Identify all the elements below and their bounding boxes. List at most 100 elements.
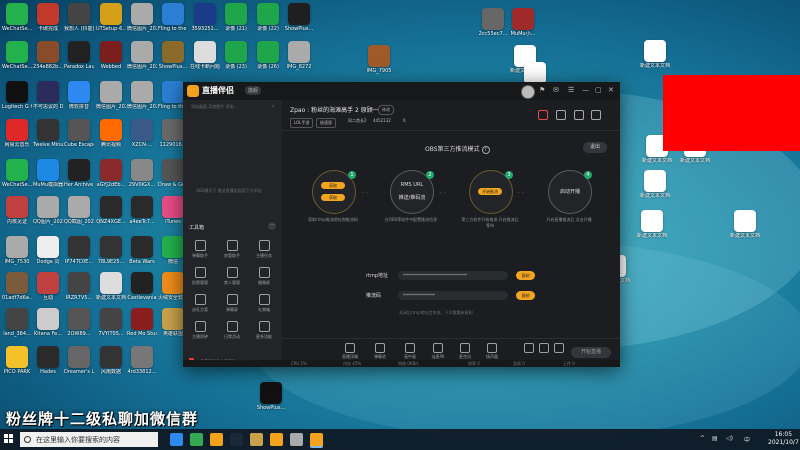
desktop-icon[interactable]: 微信图片_2021082... <box>127 41 157 70</box>
desktop-icon[interactable]: 7VYIT05... <box>96 308 126 337</box>
desktop-icon[interactable]: 内核见证 <box>2 196 32 225</box>
desktop-icon[interactable]: UTSetup-6... <box>96 3 126 32</box>
close-button[interactable]: ✕ <box>608 86 614 95</box>
desktop-icon[interactable]: 新建文本文档 <box>730 210 760 239</box>
desktop-icon[interactable]: 新建文本文档 (2) <box>640 170 670 199</box>
desktop-icon[interactable]: WeChatSe... <box>2 3 32 32</box>
taskbar-app-icon[interactable] <box>250 433 263 446</box>
desktop-icon[interactable]: IRZR7V5... <box>64 272 94 301</box>
desktop-icon[interactable]: 微软拼音 <box>64 81 94 110</box>
mail-icon[interactable]: ✉ <box>553 86 559 95</box>
app-titlebar[interactable]: 直播伴侣 旗舰 ⚑ ✉ ☰ — ▢ ✕ <box>183 82 620 100</box>
toolbox-more-button[interactable]: ··· <box>268 222 276 230</box>
start-live-button[interactable]: 开始直播 <box>571 347 611 358</box>
desktop-icon[interactable]: 新建文本文档 <box>96 272 126 301</box>
desktop-icon[interactable]: XZCN·... <box>127 119 157 148</box>
desktop-icon[interactable]: Castlevania <box>127 272 157 301</box>
desktop-icon[interactable]: 微信图片_2021082... <box>96 81 126 110</box>
taskbar-app-icon[interactable] <box>190 433 203 446</box>
desktop-icon[interactable]: Fling to the Finish 修改器 <box>158 3 188 32</box>
toolbox-item[interactable]: 礼物箱 <box>251 294 277 313</box>
microphone-button[interactable]: 麦克风 <box>455 343 475 360</box>
desktop-icon[interactable]: 2OW89... <box>64 308 94 337</box>
desktop-icon[interactable]: 录像 (22) <box>253 3 283 32</box>
live-top-button[interactable]: 直播顶端 <box>340 343 360 360</box>
minimize-button[interactable]: — <box>582 86 589 95</box>
desktop-icon[interactable]: QNZ4XGE... <box>96 196 126 225</box>
rtmp-address-field[interactable]: ******************************** <box>398 271 508 280</box>
toolbox-item[interactable]: 主播闹钟 <box>187 321 213 340</box>
desktop-icon[interactable]: 卡碳完成 <box>33 3 63 32</box>
mode-tag[interactable]: 极速版 <box>316 118 336 128</box>
step-4-circle[interactable]: 4 启动开播 <box>548 170 592 214</box>
stream-key-field[interactable]: **************** <box>398 291 508 300</box>
desktop-icon[interactable]: aGYJ2dEb... <box>96 159 126 188</box>
collapse-arrow-icon[interactable]: › <box>272 103 274 110</box>
desktop-icon[interactable]: ShowPlus... <box>284 3 314 32</box>
toolbox-item[interactable]: 送礼方案 <box>187 294 213 313</box>
desktop-icon[interactable]: Dodge 同 <box>33 236 63 265</box>
step-1-get-button[interactable]: 获取 <box>321 182 345 189</box>
step-3-start-push-button[interactable]: 开始推流 <box>478 188 502 195</box>
desktop-icon[interactable]: 微信图片_2021082... <box>127 81 157 110</box>
desktop-icon[interactable]: IMG_8272 <box>284 41 314 70</box>
taskbar-app-icon[interactable] <box>270 433 283 446</box>
taskbar-app-icon[interactable] <box>170 433 183 446</box>
exit-obs-mode-button[interactable]: 退出 <box>583 142 607 153</box>
desktop-icon[interactable]: IMG_7530 <box>2 236 32 265</box>
desktop-icon[interactable]: MuMu小... <box>508 8 538 37</box>
speaker-button[interactable]: 扬声器 <box>482 343 502 360</box>
toolbox-item[interactable]: 更多功能 <box>251 321 277 340</box>
desktop-icon[interactable]: Logitech G HUB <box>2 81 32 110</box>
chart-icon[interactable] <box>556 110 566 120</box>
desktop-icon[interactable]: Webbed <box>96 41 126 70</box>
desktop-icon[interactable]: Twelve Minutes <box>33 119 63 148</box>
network-icon[interactable]: ▤ <box>712 435 718 442</box>
desktop-icon[interactable]: 腾讯视频 <box>96 119 126 148</box>
menu-icon[interactable]: ☰ <box>568 86 574 95</box>
desktop-icon[interactable]: 网易云音乐 <box>2 119 32 148</box>
taskbar-app-icon[interactable] <box>230 433 243 446</box>
toolbox-item[interactable]: 房管助手 <box>219 240 245 259</box>
desktop-icon[interactable]: QQ图片_2021082... <box>33 196 63 225</box>
desktop-icon[interactable]: 录像 (23) <box>221 41 251 70</box>
taskbar-app-icon[interactable] <box>310 433 323 448</box>
desktop-icon[interactable]: 风雨数据 <box>96 346 126 375</box>
app-version-badge[interactable]: 旗舰 <box>245 86 262 95</box>
desktop-icon[interactable]: IMG_7905 <box>364 45 394 74</box>
windows-start-button[interactable] <box>4 434 14 444</box>
desktop-icon[interactable]: 4rd33812... <box>127 346 157 375</box>
desktop-icon[interactable]: 录像 (26) <box>253 41 283 70</box>
toolbox-item[interactable]: 日常活动 <box>219 321 245 340</box>
taskbar-app-icon[interactable] <box>290 433 303 446</box>
desktop-icon[interactable]: Dreamer's Life <box>64 346 94 375</box>
user-avatar[interactable] <box>521 85 535 99</box>
tray-up-arrow-icon[interactable]: ^ <box>700 435 705 442</box>
desktop-icon[interactable]: Cube Escape... <box>64 119 94 148</box>
desktop-icon[interactable]: 新建文本文档 (1) <box>637 210 667 239</box>
desktop-icon[interactable]: 2cc55ec7... <box>478 8 508 37</box>
desktop-icon[interactable]: 在线卡断问题汇总 <box>190 41 220 70</box>
gift-icon[interactable] <box>538 110 548 120</box>
desktop-icon[interactable]: 不可思议的 Dance of R... <box>33 81 63 110</box>
desktop-icon[interactable]: 互动 <box>33 272 63 301</box>
toolbox-item[interactable]: 主播任务 <box>251 240 277 259</box>
desktop-icon[interactable]: PICO PARK <box>2 346 32 375</box>
copy-rtmp-button[interactable]: 复制 <box>516 271 535 280</box>
desktop-icon[interactable]: Red Mo Studio <box>127 308 157 337</box>
desktop-icon[interactable]: QQ截图_2021082... <box>64 196 94 225</box>
desktop-icon[interactable]: WeChatSe... <box>2 41 32 70</box>
desktop-icon[interactable]: 3593251... <box>190 3 220 32</box>
desktop-icon[interactable]: Beta Wars <box>127 236 157 265</box>
toolbox-item[interactable]: 弹幕助手 <box>187 240 213 259</box>
desktop-icon[interactable]: 微信图片_2021082... <box>127 3 157 32</box>
taskbar-clock[interactable]: 16:05 2021/10/7 <box>768 431 799 447</box>
toolbox-item[interactable]: 弹幕屏 <box>219 294 245 313</box>
desktop-icon[interactable]: Paradox Launcher v2 <box>64 41 94 70</box>
flag-icon[interactable]: ⚑ <box>539 86 545 95</box>
edit-title-button[interactable]: 修改 <box>378 105 394 115</box>
desktop-icon[interactable]: 我想人 (抖能) <box>64 3 94 32</box>
copy-stream-key-button[interactable]: 复制 <box>516 291 535 300</box>
input-method-icon[interactable]: 中 <box>744 435 750 444</box>
volume-icon[interactable]: ◁) <box>726 435 733 442</box>
